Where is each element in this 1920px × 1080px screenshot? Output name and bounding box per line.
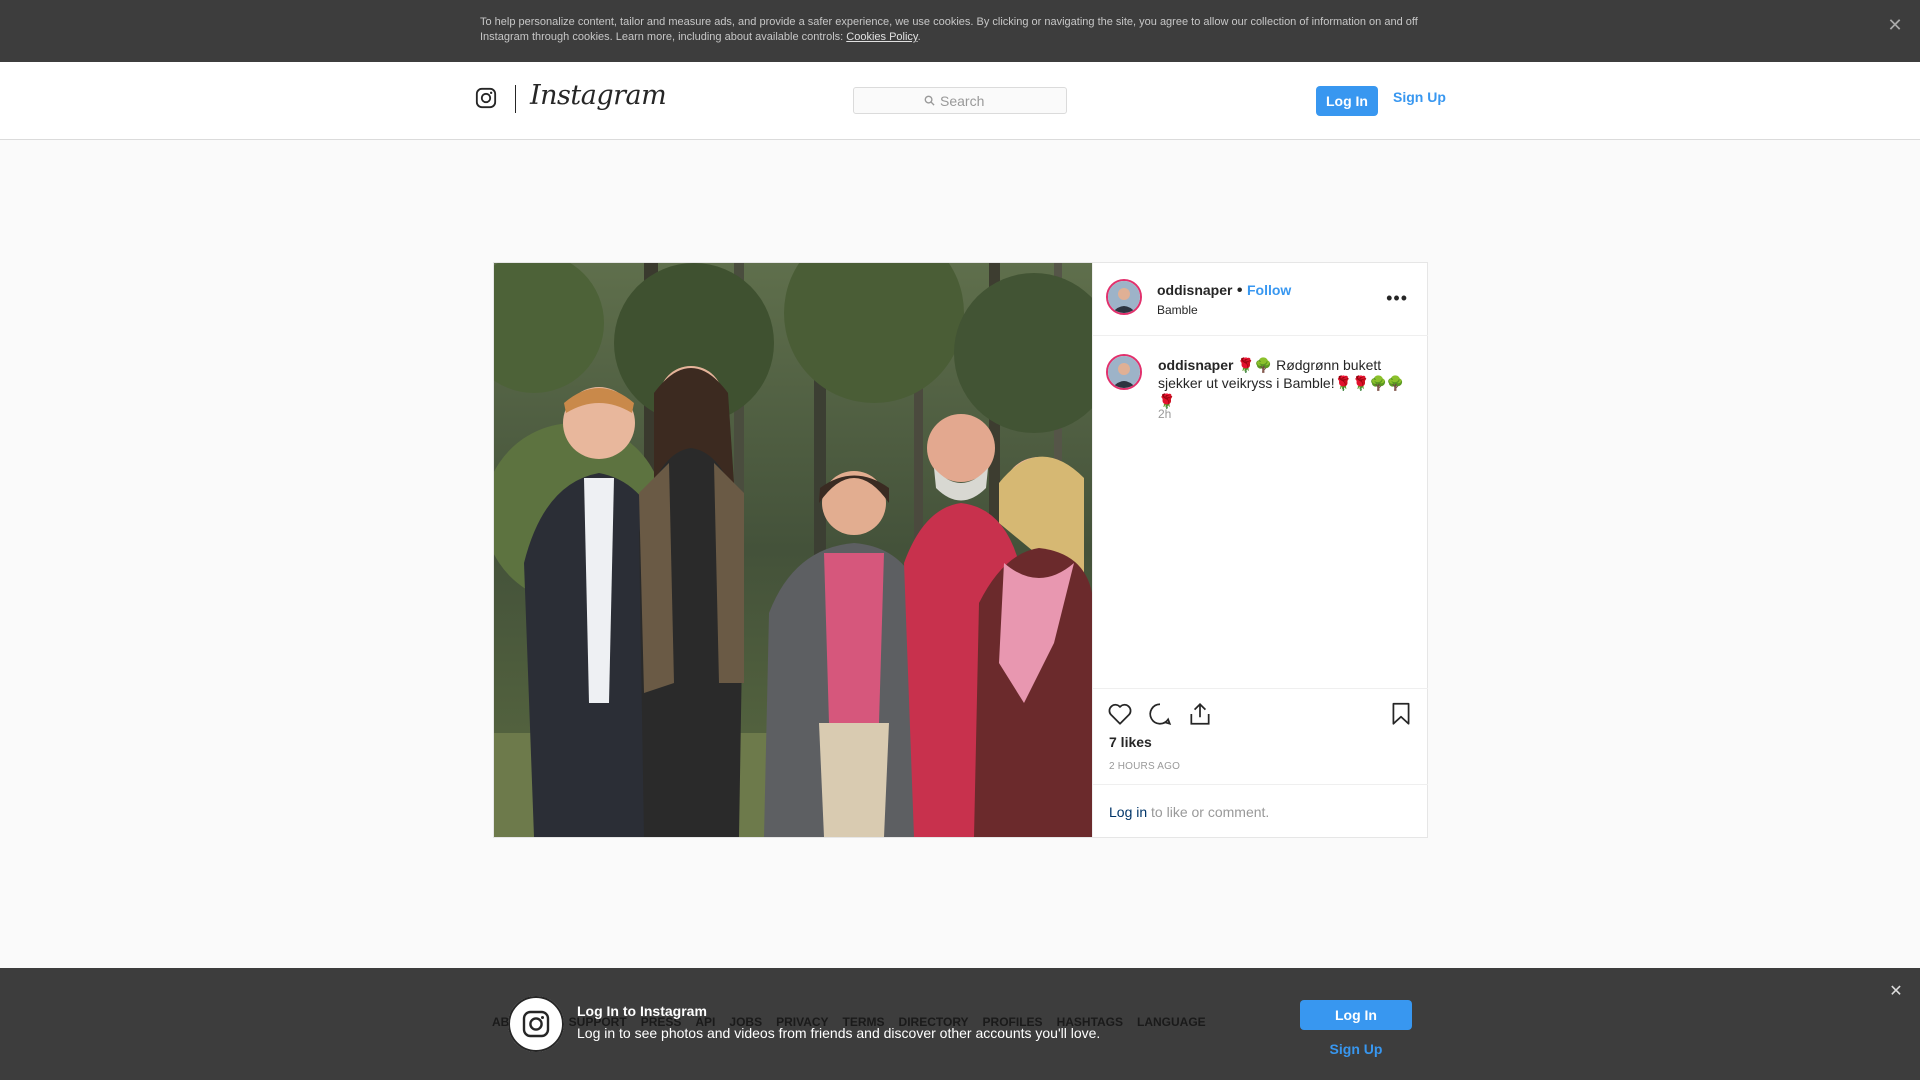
separator-dot: • xyxy=(1236,282,1243,299)
instagram-glyph-icon[interactable] xyxy=(475,87,497,109)
login-button[interactable]: Log In xyxy=(1316,86,1378,116)
share-icon[interactable] xyxy=(1187,701,1213,727)
close-icon[interactable]: ✕ xyxy=(1886,982,1906,1002)
post-username[interactable]: oddisnaper xyxy=(1157,282,1232,298)
comment-bar: Log in to like or comment. xyxy=(1093,784,1428,838)
search-icon xyxy=(924,95,935,106)
group-photo-illustration xyxy=(494,263,1092,837)
top-nav: Instagram Log In Sign Up xyxy=(0,62,1920,140)
post-actions: 7 likes 2 HOURS AGO xyxy=(1093,688,1428,785)
comment-prompt: Log in to like or comment. xyxy=(1109,804,1269,820)
caption-username[interactable]: oddisnaper xyxy=(1158,357,1233,373)
search-box[interactable] xyxy=(853,87,1067,114)
cookie-banner: To help personalize content, tailor and … xyxy=(0,0,1920,62)
post-header: oddisnaper • Follow Bamble ••• xyxy=(1093,263,1428,336)
caption-avatar[interactable] xyxy=(1106,354,1142,390)
login-prompt-title: Log In to Instagram xyxy=(577,1003,707,1019)
close-icon[interactable]: ✕ xyxy=(1884,14,1906,36)
post-sidebar: oddisnaper • Follow Bamble ••• oddisnape… xyxy=(1092,263,1428,837)
logo-divider xyxy=(515,85,516,113)
post-timestamp: 2 HOURS AGO xyxy=(1109,761,1181,772)
caption-age: 2h xyxy=(1158,407,1172,421)
post-photo[interactable] xyxy=(494,263,1092,837)
post-header-text: oddisnaper • Follow Bamble xyxy=(1157,282,1291,317)
avatar-image xyxy=(1108,281,1140,313)
login-prompt-bar: ABOUT US SUPPORT PRESS API JOBS PRIVACY … xyxy=(0,968,1920,1080)
post-location[interactable]: Bamble xyxy=(1157,303,1291,317)
prompt-signup-link[interactable]: Sign Up xyxy=(1300,1041,1412,1057)
login-prompt: Log In to Instagram Log in to see photos… xyxy=(0,968,1920,1080)
post-card: oddisnaper • Follow Bamble ••• oddisnape… xyxy=(493,262,1428,838)
cookies-policy-link[interactable]: Cookies Policy xyxy=(846,31,917,43)
prompt-login-button[interactable]: Log In xyxy=(1300,1000,1412,1030)
instagram-logo-circle xyxy=(508,996,564,1052)
cookie-text: To help personalize content, tailor and … xyxy=(480,16,1418,43)
follow-button[interactable]: Follow xyxy=(1247,282,1291,298)
signup-link[interactable]: Sign Up xyxy=(1393,89,1446,105)
more-options-icon[interactable]: ••• xyxy=(1386,288,1408,309)
avatar-image xyxy=(1108,356,1140,388)
post-caption: oddisnaper 🌹🌳 Rødgrønn bukett sjekker ut… xyxy=(1158,356,1413,410)
instagram-glyph-icon xyxy=(508,996,564,1052)
search-input[interactable] xyxy=(940,91,1060,110)
cookie-message: To help personalize content, tailor and … xyxy=(480,16,1418,43)
likes-count[interactable]: 7 likes xyxy=(1109,734,1152,750)
heart-icon[interactable] xyxy=(1107,701,1133,727)
avatar[interactable] xyxy=(1106,279,1142,315)
instagram-wordmark[interactable]: Instagram xyxy=(530,80,667,111)
login-prompt-subtitle: Log in to see photos and videos from fri… xyxy=(577,1025,1101,1041)
bookmark-icon[interactable] xyxy=(1388,701,1414,727)
login-link[interactable]: Log in xyxy=(1109,804,1147,820)
comment-icon[interactable] xyxy=(1147,701,1173,727)
comment-prompt-text: to like or comment. xyxy=(1147,804,1270,820)
